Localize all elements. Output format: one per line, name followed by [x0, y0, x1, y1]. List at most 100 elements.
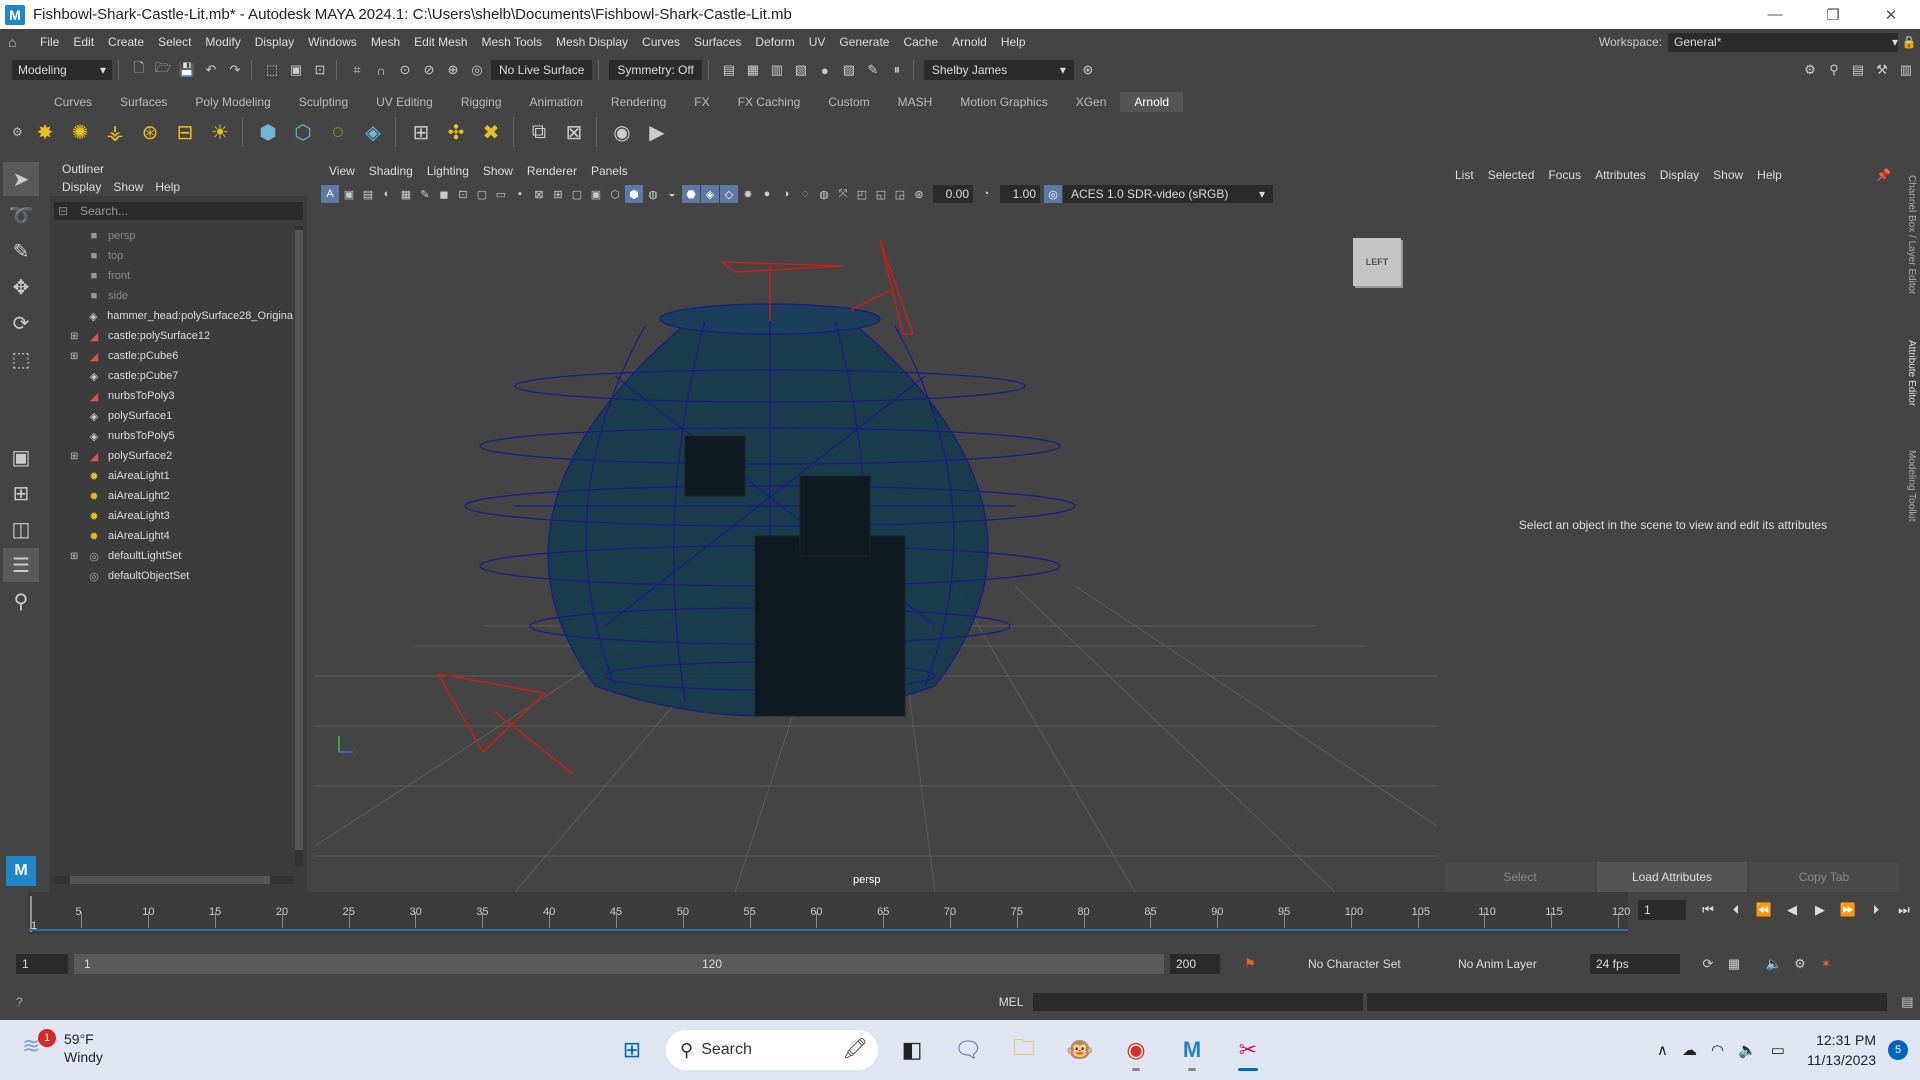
new-scene-icon[interactable]: 🗋	[129, 60, 149, 80]
arnold-ipr-icon[interactable]: ✎	[863, 60, 883, 80]
photometric-light-icon[interactable]: ⚶	[99, 116, 131, 148]
range-slider-track[interactable]: 1 120	[74, 954, 1164, 974]
auto-key-icon[interactable]: ⚑	[1240, 954, 1260, 974]
script-language-label[interactable]: MEL	[999, 995, 1024, 1009]
shelf-tab-fx[interactable]: FX	[680, 92, 723, 112]
viewport-menu-shading[interactable]: Shading	[369, 164, 413, 178]
snipping-tool-icon[interactable]: ✂	[1226, 1029, 1270, 1071]
menu-create[interactable]: Create	[108, 35, 144, 49]
expand-icon[interactable]: ⊞	[70, 331, 82, 342]
render-frame-icon[interactable]: ▦	[743, 60, 763, 80]
user-account-dropdown[interactable]: Shelby James ▾	[923, 60, 1074, 80]
tab-modeling-toolkit[interactable]: Modeling Toolkit	[1906, 450, 1917, 522]
outliner-search-input[interactable]: ⊟ Search...	[54, 202, 303, 220]
ae-menu-list[interactable]: List	[1455, 168, 1474, 182]
outliner-item[interactable]: ⊞ ◢ polySurface2	[50, 446, 293, 466]
menu-deform[interactable]: Deform	[755, 35, 794, 49]
outliner-item[interactable]: ✹ aiAreaLight2	[50, 486, 293, 506]
go-to-end-icon[interactable]: ⏭	[1890, 902, 1918, 918]
teams-chat-icon[interactable]: 🗨	[946, 1029, 990, 1071]
play-forwards-icon[interactable]: ▶	[1806, 902, 1834, 918]
battery-icon[interactable]: ▭	[1771, 1041, 1785, 1059]
select-object-icon[interactable]: ▣	[286, 60, 306, 80]
menu-uv[interactable]: UV	[809, 35, 826, 49]
onedrive-icon[interactable]: ☁	[1682, 1041, 1697, 1059]
camera-icon[interactable]: ◼	[435, 185, 453, 203]
shelf-tab-xgen[interactable]: XGen	[1062, 92, 1121, 112]
camera-attributes-icon[interactable]: ▣	[340, 185, 358, 203]
shelf-settings-icon[interactable]: ⚙	[12, 125, 26, 139]
load-attributes-button[interactable]: Load Attributes	[1597, 862, 1747, 892]
tab-channel-box[interactable]: Channel Box / Layer Editor	[1906, 175, 1917, 295]
undo-icon[interactable]: ↶	[201, 60, 221, 80]
volume-icon[interactable]: ⬡	[287, 116, 319, 148]
xray-icon[interactable]: ◈	[701, 185, 719, 203]
view-cube[interactable]: LEFT	[1353, 238, 1401, 286]
film-gate-icon[interactable]: ▢	[473, 185, 491, 203]
single-perspective-layout-icon[interactable]: ▣	[3, 440, 39, 474]
menu-help[interactable]: Help	[1001, 35, 1026, 49]
tab-attribute-editor[interactable]: Attribute Editor	[1906, 340, 1917, 406]
stand-in-icon[interactable]: ⬢	[252, 116, 284, 148]
mesh-light-icon[interactable]: ✺	[64, 116, 96, 148]
chrome-icon[interactable]: ◉	[1114, 1029, 1158, 1071]
default-material-icon[interactable]: ◍	[644, 185, 662, 203]
scale-tool-icon[interactable]: ⬚	[3, 342, 39, 376]
outliner-item[interactable]: ◎ defaultObjectSet	[50, 566, 293, 586]
menu-select[interactable]: Select	[158, 35, 191, 49]
select-hierarchy-icon[interactable]: ⬚	[262, 60, 282, 80]
select-button[interactable]: Select	[1445, 862, 1595, 892]
outliner-item[interactable]: ⊞ ◎ defaultLightSet	[50, 546, 293, 566]
outliner-horizontal-scrollbar[interactable]	[54, 876, 294, 884]
grease-pencil-icon[interactable]: ✎	[416, 185, 434, 203]
lasso-tool-icon[interactable]: ➰	[3, 198, 39, 232]
snap-curve-icon[interactable]: ∩	[371, 60, 391, 80]
ae-menu-selected[interactable]: Selected	[1488, 168, 1535, 182]
flush-all-icon[interactable]: ✖	[475, 116, 507, 148]
sound-icon[interactable]: 🔈	[1764, 954, 1784, 974]
ae-menu-help[interactable]: Help	[1757, 168, 1782, 182]
select-tool-icon[interactable]: ➤	[3, 162, 39, 196]
animation-preferences-icon[interactable]: ⚙	[1790, 954, 1810, 974]
outliner-item[interactable]: ⊞ ◢ castle:polySurface12	[50, 326, 293, 346]
command-input[interactable]	[1033, 993, 1364, 1011]
menu-windows[interactable]: Windows	[308, 35, 357, 49]
lock-icon[interactable]: 🔒	[1898, 35, 1920, 49]
view-transform-dropdown[interactable]: ACES 1.0 SDR-video (sRGB) ▾	[1063, 185, 1273, 203]
shelf-tab-curves[interactable]: Curves	[40, 92, 106, 112]
workspace-dropdown[interactable]: General* ▾	[1668, 32, 1898, 52]
menu-display[interactable]: Display	[255, 35, 294, 49]
scrollbar-thumb[interactable]	[295, 230, 303, 850]
outliner-menu-display[interactable]: Display	[62, 180, 101, 194]
safe-title-icon[interactable]: ▣	[587, 185, 605, 203]
outliner-item[interactable]: ◈ nurbsToPoly5	[50, 426, 293, 446]
outliner-layout-icon[interactable]: ☰	[3, 548, 39, 582]
make-live-icon[interactable]: ◎	[467, 60, 487, 80]
ambient-occlusion-icon[interactable]: ◑	[777, 185, 795, 203]
script-editor-icon[interactable]: ▤	[1897, 992, 1917, 1012]
gamma-field[interactable]: 1.00	[1000, 185, 1040, 203]
2d-pan-zoom-icon[interactable]: ▦	[397, 185, 415, 203]
image-plane-icon[interactable]: ◐	[378, 185, 396, 203]
color-management-icon[interactable]: ◎	[1044, 185, 1062, 203]
character-set-dropdown[interactable]: No Character Set	[1300, 954, 1440, 974]
step-back-key-icon[interactable]: ⏴	[1722, 902, 1750, 918]
hud-icon[interactable]: ◲	[891, 185, 909, 203]
motion-blur-icon[interactable]: ◌	[796, 185, 814, 203]
animation-start-field[interactable]: 1	[16, 954, 68, 974]
toggle-character-controls-icon[interactable]: ⚲	[1824, 60, 1844, 80]
snap-point-icon[interactable]: ⊙	[395, 60, 415, 80]
volume-icon[interactable]: 🔈	[1738, 1041, 1757, 1059]
menu-edit[interactable]: Edit	[73, 35, 94, 49]
flush-texture-icon[interactable]: ⊞	[405, 116, 437, 148]
exposure-field[interactable]: 0.00	[933, 185, 973, 203]
fps-dropdown[interactable]: 24 fps	[1590, 954, 1680, 974]
step-back-frame-icon[interactable]: ⏪	[1750, 902, 1778, 918]
help-line-icon[interactable]: ?	[16, 995, 23, 1009]
hypershade-icon[interactable]: ●	[815, 60, 835, 80]
pin-icon[interactable]: 📌	[1876, 168, 1891, 182]
ipr-render-icon[interactable]: ▥	[767, 60, 787, 80]
move-tool-icon[interactable]: ✥	[3, 270, 39, 304]
snap-surface-icon[interactable]: ⊕	[443, 60, 463, 80]
pause-icon[interactable]: ⏸	[887, 60, 907, 80]
